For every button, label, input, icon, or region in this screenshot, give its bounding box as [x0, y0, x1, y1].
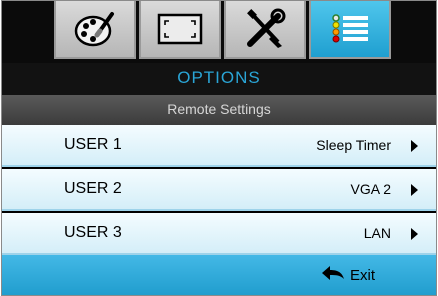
menu-title: OPTIONS: [2, 63, 436, 95]
row-value: VGA 2: [350, 181, 391, 197]
options-list-icon: [328, 11, 372, 47]
exit-label: Exit: [350, 266, 376, 284]
chevron-right-icon: [411, 184, 418, 196]
tab-display[interactable]: [139, 1, 221, 59]
tab-options[interactable]: [309, 1, 391, 59]
tab-setup[interactable]: [224, 1, 306, 59]
back-arrow-icon: [320, 264, 346, 286]
chevron-right-icon: [411, 228, 418, 240]
menu-subtitle: Remote Settings: [2, 95, 436, 125]
tab-image[interactable]: [54, 1, 136, 59]
row-label: USER 3: [64, 224, 122, 241]
exit-button[interactable]: Exit: [320, 255, 375, 295]
menu-row-user1[interactable]: USER 1 Sleep Timer: [2, 125, 436, 167]
palette-icon: [73, 9, 117, 49]
tools-icon: [242, 8, 288, 50]
tab-bar: [2, 1, 436, 63]
row-value: LAN: [363, 225, 391, 241]
osd-menu: OPTIONS Remote Settings USER 1 Sleep Tim…: [1, 0, 437, 296]
menu-footer: Exit: [2, 255, 436, 295]
row-label: USER 2: [64, 180, 122, 197]
row-label: USER 1: [64, 136, 122, 153]
row-value: Sleep Timer: [316, 137, 391, 153]
menu-row-user2[interactable]: USER 2 VGA 2: [2, 169, 436, 211]
chevron-right-icon: [411, 140, 418, 152]
menu-row-user3[interactable]: USER 3 LAN: [2, 213, 436, 255]
screen-resize-icon: [156, 12, 204, 46]
